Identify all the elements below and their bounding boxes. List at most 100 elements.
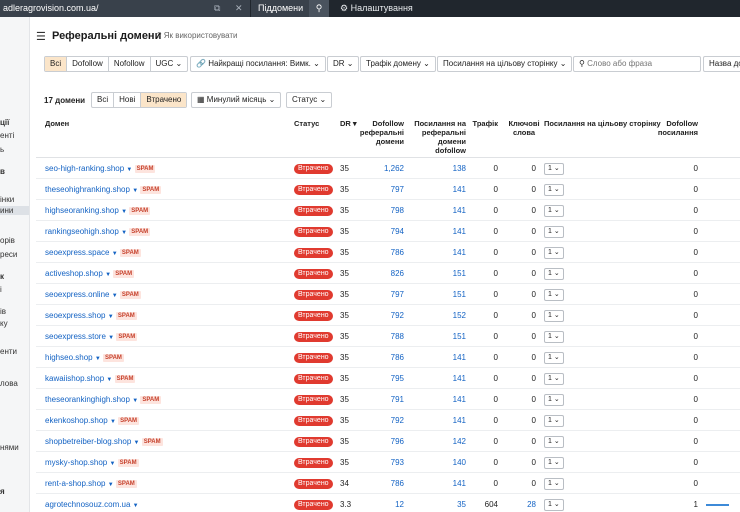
domain-link[interactable]: seoexpress.online [45, 290, 109, 299]
dofollow-ref-cell[interactable]: 786 [354, 473, 404, 494]
links-ref-cell[interactable]: 141 [408, 242, 466, 263]
col-domain[interactable]: Домен [45, 119, 69, 128]
subdomain-select[interactable]: Піддомени ⌄ [250, 0, 309, 30]
dofollow-ref-cell[interactable]: 786 [354, 347, 404, 368]
col-traffic[interactable]: Трафік [466, 119, 498, 128]
chevron-down-icon[interactable]: ▼ [105, 272, 111, 278]
sidebar-fragment[interactable]: ку [0, 319, 8, 328]
links-ref-cell[interactable]: 152 [408, 305, 466, 326]
links-ref-cell[interactable]: 151 [408, 284, 466, 305]
links-ref-cell[interactable]: 141 [408, 368, 466, 389]
domain-link[interactable]: agrotechnosouz.com.ua [45, 500, 130, 509]
sidebar-fragment[interactable]: і [0, 285, 2, 294]
links-ref-cell[interactable]: 138 [408, 158, 466, 179]
dofollow-ref-cell[interactable]: 793 [354, 452, 404, 473]
dofollow-ref-cell[interactable]: 798 [354, 200, 404, 221]
dofollow-ref-cell[interactable]: 12 [354, 494, 404, 512]
keywords-cell[interactable]: 28 [506, 494, 536, 512]
filter-ugc[interactable]: UGC ⌄ [151, 57, 188, 71]
chevron-down-icon[interactable]: ▼ [108, 314, 114, 320]
chevron-down-icon[interactable]: ▼ [106, 377, 112, 383]
search-button[interactable]: ⚲ [309, 0, 329, 17]
dofollow-ref-cell[interactable]: 1,262 [354, 158, 404, 179]
target-links-filter[interactable]: Посилання на цільову сторінку ⌄ [437, 56, 573, 72]
links-ref-cell[interactable]: 141 [408, 410, 466, 431]
domain-link[interactable]: seoexpress.shop [45, 311, 105, 320]
domain-link[interactable]: ekenkoshop.shop [45, 416, 108, 425]
tab-new[interactable]: Нові [114, 93, 142, 107]
settings-button[interactable]: ⚙ Налаштування [340, 0, 413, 17]
chevron-down-icon[interactable]: ▼ [132, 398, 138, 404]
domain-link[interactable]: mysky-shop.shop [45, 458, 107, 467]
tab-all[interactable]: Всі [92, 93, 115, 107]
domain-link[interactable]: shopbetreiber-blog.shop [45, 437, 131, 446]
domain-link[interactable]: rankingseohigh.shop [45, 227, 119, 236]
sidebar-fragment[interactable]: орів [0, 236, 15, 245]
chevron-down-icon[interactable]: ▼ [108, 482, 114, 488]
chevron-down-icon[interactable]: ▼ [95, 356, 101, 362]
tab-lost[interactable]: Втрачено [141, 93, 187, 107]
dofollow-ref-cell[interactable]: 792 [354, 410, 404, 431]
filter-nofollow[interactable]: Nofollow [109, 57, 151, 71]
period-select[interactable]: ▦ Минулий місяць ⌄ [191, 92, 282, 108]
search-input[interactable] [587, 59, 688, 68]
sidebar-fragment[interactable]: ів [0, 307, 6, 316]
best-links-filter[interactable]: 🔗 Найкращі посилання: Вимк. ⌄ [190, 56, 326, 72]
target-links-select[interactable]: 1 ⌄ [544, 163, 564, 175]
links-ref-cell[interactable]: 142 [408, 431, 466, 452]
domain-name-filter[interactable]: Назва до [703, 56, 740, 72]
sidebar-fragment[interactable]: інки [0, 195, 14, 204]
col-keywords[interactable]: Ключові слова [506, 119, 542, 137]
sidebar-fragment[interactable]: реси [0, 250, 17, 259]
domain-link[interactable]: seoexpress.space [45, 248, 109, 257]
status-filter[interactable]: Статус ⌄ [286, 92, 333, 108]
chevron-down-icon[interactable]: ▼ [134, 440, 140, 446]
dofollow-ref-cell[interactable]: 791 [354, 389, 404, 410]
target-links-select[interactable]: 1 ⌄ [544, 373, 564, 385]
target-links-select[interactable]: 1 ⌄ [544, 499, 564, 511]
col-target-links[interactable]: Посилання на цільову сторінку [544, 119, 661, 128]
links-ref-cell[interactable]: 141 [408, 473, 466, 494]
clear-icon[interactable]: ✕ [235, 0, 243, 17]
sidebar-fragment[interactable]: ь [0, 145, 4, 154]
dofollow-ref-cell[interactable]: 795 [354, 368, 404, 389]
links-ref-cell[interactable]: 151 [408, 326, 466, 347]
search-field[interactable]: ⚲ [573, 56, 701, 72]
links-ref-cell[interactable]: 151 [408, 263, 466, 284]
dofollow-ref-cell[interactable]: 794 [354, 221, 404, 242]
sidebar-fragment[interactable]: лова [0, 379, 18, 388]
chevron-down-icon[interactable]: ▼ [108, 335, 114, 341]
chevron-down-icon[interactable]: ▼ [133, 503, 139, 509]
open-external-icon[interactable]: ⧉ [214, 0, 220, 17]
col-dofollow-ref[interactable]: Dofollow реферальні домени [354, 119, 404, 146]
dofollow-ref-cell[interactable]: 788 [354, 326, 404, 347]
sidebar-fragment[interactable]: енті [0, 131, 14, 140]
domain-traffic-filter[interactable]: Трафік домену ⌄ [360, 56, 436, 72]
chevron-down-icon[interactable]: ▼ [126, 167, 132, 173]
domain-link[interactable]: seoexpress.store [45, 332, 106, 341]
target-links-select[interactable]: 1 ⌄ [544, 394, 564, 406]
target-links-select[interactable]: 1 ⌄ [544, 415, 564, 427]
menu-icon[interactable]: ☰ [36, 30, 46, 43]
target-links-select[interactable]: 1 ⌄ [544, 205, 564, 217]
target-links-select[interactable]: 1 ⌄ [544, 457, 564, 469]
dofollow-ref-cell[interactable]: 797 [354, 179, 404, 200]
domain-link[interactable]: theseorankinghigh.shop [45, 395, 130, 404]
sidebar-fragment[interactable]: енти [0, 347, 17, 356]
domain-link[interactable]: highseoranking.shop [45, 206, 119, 215]
links-ref-cell[interactable]: 141 [408, 221, 466, 242]
target-links-select[interactable]: 1 ⌄ [544, 352, 564, 364]
links-ref-cell[interactable]: 141 [408, 347, 466, 368]
dofollow-ref-cell[interactable]: 792 [354, 305, 404, 326]
howto-link[interactable]: ? Як використовувати [157, 31, 238, 40]
domain-link[interactable]: highseo.shop [45, 353, 93, 362]
chevron-down-icon[interactable]: ▼ [110, 419, 116, 425]
domain-link[interactable]: activeshop.shop [45, 269, 103, 278]
chevron-down-icon[interactable]: ▼ [112, 251, 118, 257]
chevron-down-icon[interactable]: ▼ [109, 461, 115, 467]
dofollow-ref-cell[interactable]: 796 [354, 431, 404, 452]
target-links-select[interactable]: 1 ⌄ [544, 226, 564, 238]
sidebar-item-active[interactable]: ини [0, 206, 29, 215]
col-links-ref[interactable]: Посилання на реферальні домени dofollow [408, 119, 466, 155]
sidebar-fragment[interactable]: нями [0, 443, 19, 452]
